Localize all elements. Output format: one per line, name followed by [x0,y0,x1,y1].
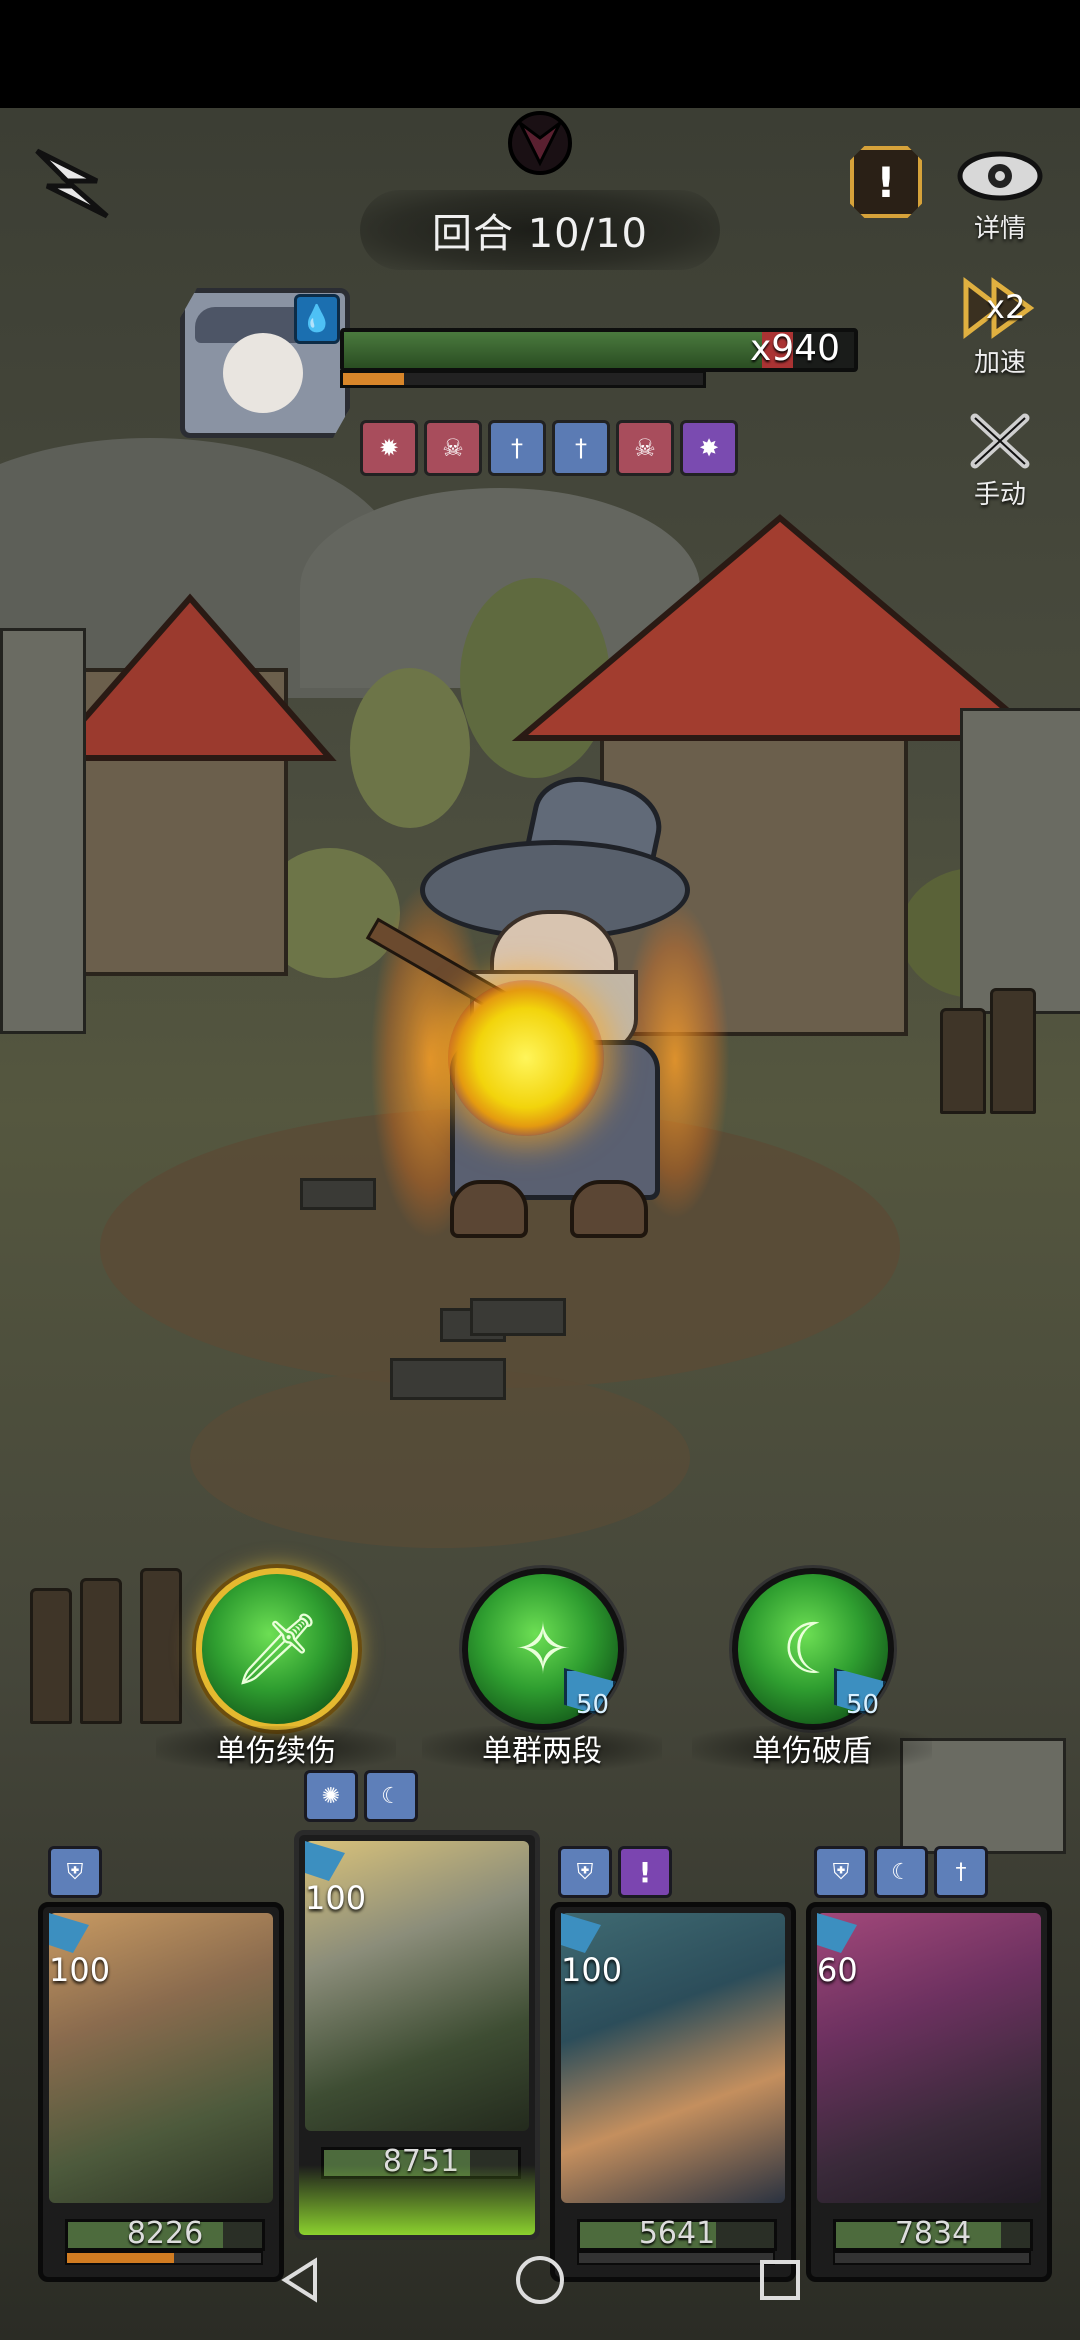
blade-icon: 🗡 [232,1607,322,1690]
sword-down-icon: † [552,420,610,476]
alert-icon: ! [850,146,922,218]
poison-icon: ☠ [616,420,674,476]
party-card-2[interactable]: 100 8751 [294,1830,540,2240]
boss-panel: 💧 x940 ✹ ☠ † † ☠ ✸ [160,280,880,476]
round-counter: 回合 10/10 [360,190,720,270]
circle-home-icon [516,2256,564,2304]
path-stone [390,1358,506,1400]
skill-target-glow [448,980,604,1136]
fence-post [940,1008,986,1114]
skill-cost: 50 [576,1690,610,1720]
back-arrow-icon [35,148,109,219]
faction-emblem [505,108,575,178]
energy-up-icon: ☾ [874,1846,928,1898]
energy-value: 60 [817,1951,858,1989]
manual-label: 手动 [973,479,1026,510]
nav-recents-button[interactable] [752,2252,808,2308]
skill-slot-3[interactable]: ☾ 50 单伤破盾 [692,1568,932,1770]
skill-cost-badge: 50 [564,1668,616,1720]
bard-boots [440,1180,660,1240]
eye-icon [957,151,1043,200]
fence-post [80,1578,122,1724]
boss-hp-multiplier: x940 [749,328,840,369]
speed-label: 加速 [973,347,1026,378]
poison-icon: ☠ [424,420,482,476]
nav-back-button[interactable] [272,2252,328,2308]
alert-button[interactable]: ! [850,146,922,218]
party-2-buffs: ✺ ☾ [304,1770,418,1822]
path-stone [470,1298,566,1336]
alert-buff-icon: ! [618,1846,672,1898]
speed-value: x2 [986,287,1026,326]
boss-hp-fill [344,332,763,368]
party-4-buffs: ⛨ ☾ † [814,1846,988,1898]
boss-hp-bar: x940 [340,328,858,372]
manual-button[interactable]: 手动 [955,404,1045,514]
details-button[interactable]: 详情 [950,140,1050,250]
demon-emblem-icon [508,111,572,175]
speed-button[interactable]: x2 加速 [955,272,1045,382]
triangle-back-icon [281,2257,317,2303]
skill-label: 单群两段 [422,1726,662,1770]
boss-debuff-row: ✹ ☠ † † ☠ ✸ [360,420,738,476]
alert-symbol: ! [876,157,896,207]
square-recents-icon [760,2260,800,2300]
party-3-buffs: ⛨ ! [558,1846,672,1898]
boss-face [223,333,303,413]
nav-home-button[interactable] [512,2252,568,2308]
energy-value: 100 [49,1951,111,1989]
boss-energy-fill [343,373,405,385]
skill-cost: 50 [846,1690,880,1720]
spark-icon: ✸ [680,420,738,476]
burn-icon: ✹ [360,420,418,476]
boot [450,1180,528,1238]
energy-value: 100 [305,1879,367,1917]
wall-right [960,708,1080,1014]
energy-up-icon: ☾ [364,1770,418,1822]
fence-post [990,988,1036,1114]
skill-label: 单伤破盾 [692,1726,932,1770]
boot [570,1180,648,1238]
skill-orb: 🗡 [196,1568,358,1730]
party-1-buffs: ⛨ [48,1846,102,1898]
shield-buff-icon: ⛨ [558,1846,612,1898]
details-label: 详情 [973,213,1026,244]
sword-down-icon: † [488,420,546,476]
water-element-icon: 💧 [294,294,340,344]
fence-post [140,1568,182,1724]
wall-left [0,628,86,1034]
skill-slot-1[interactable]: 🗡 单伤续伤 [156,1568,396,1770]
skill-cost-badge: 50 [834,1668,886,1720]
shield-buff-icon: ⛨ [48,1846,102,1898]
energy-up-icon: ✺ [304,1770,358,1822]
crossed-swords-icon [970,413,1030,468]
shield-buff-icon: ⛨ [814,1846,868,1898]
fast-forward-icon: x2 [960,276,1040,340]
status-bar [0,0,1080,108]
skill-label: 单伤续伤 [156,1726,396,1770]
round-text: 回合 10/10 [432,211,648,257]
sword-buff-icon: † [934,1846,988,1898]
energy-value: 100 [561,1951,623,1989]
back-button[interactable] [22,136,122,226]
skill-slot-2[interactable]: ✧ 50 单群两段 [422,1568,662,1770]
fence-post [30,1588,72,1724]
path-stone [300,1178,376,1210]
boss-energy-bar [340,370,706,388]
system-nav-bar [0,2220,1080,2340]
